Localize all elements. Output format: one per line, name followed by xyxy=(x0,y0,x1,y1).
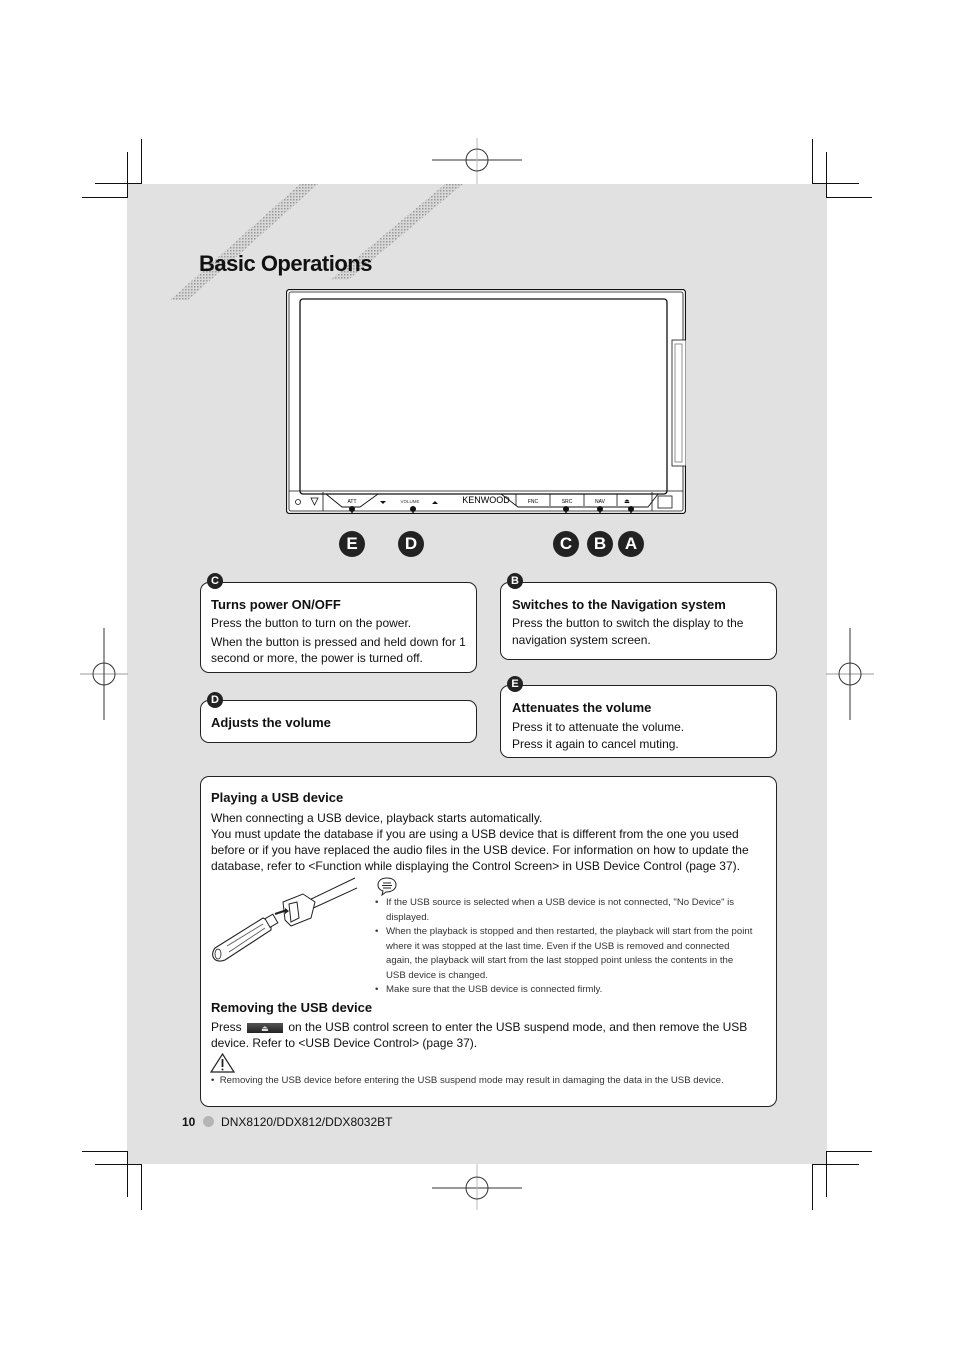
remove-text-post: on the USB control screen to enter the U… xyxy=(211,1020,748,1050)
badge-c: C xyxy=(207,573,223,589)
section-attenuate: Attenuates the volume Press it to attenu… xyxy=(500,685,777,758)
eject-button: ⏏ xyxy=(624,498,630,505)
decorative-stripes xyxy=(170,184,463,300)
section-text: When the button is pressed and held down… xyxy=(211,634,466,666)
usb-notes: If the USB source is selected when a USB… xyxy=(375,896,755,998)
note-item: When the playback is stopped and then re… xyxy=(375,925,755,983)
callout-c: C xyxy=(553,531,579,557)
callout-e: E xyxy=(339,531,365,557)
note-item: If the USB source is selected when a USB… xyxy=(375,896,755,925)
eject-button-icon xyxy=(247,1021,284,1037)
caution-message: Removing the USB device before entering … xyxy=(219,1075,724,1086)
badge-b: B xyxy=(507,573,523,589)
badge-e: E xyxy=(507,676,523,692)
note-item: Make sure that the USB device is connect… xyxy=(375,983,755,998)
att-button: ATT xyxy=(347,499,356,505)
remove-text: Press on the USB control screen to enter… xyxy=(211,1019,766,1051)
usb-para-1: When connecting a USB device, playback s… xyxy=(211,811,543,825)
registration-mark-top xyxy=(432,138,522,184)
remove-text-pre: Press xyxy=(211,1020,242,1034)
page-footer: 10 DNX8120/DDX812/DDX8032BT xyxy=(182,1115,392,1129)
usb-stick-illustration xyxy=(212,877,358,962)
brand-logo: KENWOOD xyxy=(462,495,510,505)
registration-mark-right xyxy=(826,628,874,720)
usb-para-2: You must update the database if you are … xyxy=(211,827,749,873)
caution-icon xyxy=(210,1053,235,1073)
registration-mark-bottom xyxy=(432,1164,522,1210)
section-heading: Adjusts the volume xyxy=(211,715,331,730)
section-heading: Switches to the Navigation system xyxy=(512,597,726,612)
fnc-button: FNC xyxy=(528,499,539,505)
model-name: DNX8120/DDX812/DDX8032BT xyxy=(221,1115,393,1129)
page-number: 10 xyxy=(182,1115,196,1129)
section-text: Press it to attenuate the volume. xyxy=(512,720,685,734)
reset-button xyxy=(657,495,673,509)
callout-d: D xyxy=(398,531,424,557)
disc-slot xyxy=(671,339,686,467)
note-icon xyxy=(377,877,397,896)
usb-heading: Playing a USB device xyxy=(211,790,344,805)
section-power: Turns power ON/OFF Press the button to t… xyxy=(200,582,477,673)
callout-b: B xyxy=(587,531,613,557)
src-button: SRC xyxy=(562,499,573,505)
bullet-dot-icon xyxy=(202,1116,214,1127)
page-title: Basic Operations xyxy=(199,250,372,276)
head-unit-illustration: ATT VOLUME KENWOOD FNC SRC NAV ⏏ xyxy=(286,289,686,514)
callout-a: A xyxy=(618,531,644,557)
section-text: Press the button to switch the display t… xyxy=(512,616,744,647)
section-text: Press the button to turn on the power. xyxy=(211,616,412,630)
section-text: Press it again to cancel muting. xyxy=(512,736,679,751)
display-screen xyxy=(299,298,668,495)
badge-d: D xyxy=(207,692,223,708)
section-volume: Adjusts the volume xyxy=(200,700,477,743)
nav-button: NAV xyxy=(595,499,606,505)
section-heading: Attenuates the volume xyxy=(512,700,652,715)
registration-mark-left xyxy=(80,628,128,720)
section-heading: Turns power ON/OFF xyxy=(211,597,341,612)
section-navigation: Switches to the Navigation system Press … xyxy=(500,582,777,660)
remove-heading: Removing the USB device xyxy=(211,1000,373,1015)
caution-text: • Removing the USB device before enterin… xyxy=(211,1075,724,1086)
volume-control: VOLUME xyxy=(400,499,419,504)
